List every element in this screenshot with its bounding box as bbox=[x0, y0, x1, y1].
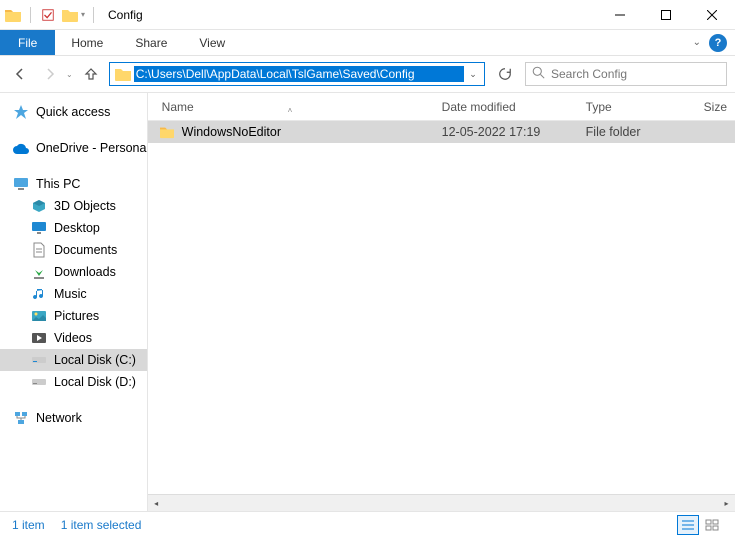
sidebar-item-label: Desktop bbox=[54, 221, 100, 235]
file-type: File folder bbox=[578, 125, 696, 139]
maximize-button[interactable] bbox=[643, 0, 689, 30]
column-headers: Name ˄ Date modified Type Size bbox=[148, 93, 735, 121]
sidebar-item-desktop[interactable]: Desktop bbox=[0, 217, 147, 239]
file-name: WindowsNoEditor bbox=[182, 125, 281, 139]
sidebar-item-label: Music bbox=[54, 287, 87, 301]
tab-view[interactable]: View bbox=[183, 30, 241, 55]
ribbon: File Home Share View ⌄ ? bbox=[0, 30, 735, 56]
address-dropdown-icon[interactable]: ⌄ bbox=[464, 69, 482, 80]
folder-icon bbox=[158, 124, 176, 140]
sidebar-item-label: Pictures bbox=[54, 309, 99, 323]
file-tab[interactable]: File bbox=[0, 30, 55, 55]
ribbon-collapse-icon[interactable]: ⌄ bbox=[693, 37, 701, 48]
column-label: Name bbox=[162, 100, 194, 114]
sidebar-item-label: Network bbox=[36, 411, 82, 425]
qat-separator-2 bbox=[93, 7, 94, 23]
status-count: 1 item bbox=[12, 518, 45, 532]
column-header-type[interactable]: Type bbox=[578, 100, 696, 114]
refresh-button[interactable] bbox=[491, 62, 519, 86]
onedrive-icon bbox=[12, 140, 30, 156]
sidebar-item-label: Documents bbox=[54, 243, 117, 257]
horizontal-scrollbar[interactable]: ◂ ▸ bbox=[148, 494, 735, 511]
window-folder-icon bbox=[4, 7, 22, 23]
pc-icon bbox=[12, 176, 30, 192]
sidebar-onedrive[interactable]: OneDrive - Persona bbox=[0, 137, 147, 159]
qat-separator bbox=[30, 7, 31, 23]
scroll-left-icon[interactable]: ◂ bbox=[148, 495, 165, 512]
videos-icon bbox=[30, 330, 48, 346]
sidebar-item-3dobjects[interactable]: 3D Objects bbox=[0, 195, 147, 217]
table-row[interactable]: WindowsNoEditor 12-05-2022 17:19 File fo… bbox=[148, 121, 735, 143]
drive-icon bbox=[30, 352, 48, 368]
sidebar-item-label: Local Disk (D:) bbox=[54, 375, 136, 389]
content-area: Name ˄ Date modified Type Size WindowsNo… bbox=[148, 93, 735, 511]
qat-dropdown-icon[interactable]: ▾ bbox=[81, 10, 85, 19]
sidebar-item-pictures[interactable]: Pictures bbox=[0, 305, 147, 327]
sidebar-item-documents[interactable]: Documents bbox=[0, 239, 147, 261]
column-header-date[interactable]: Date modified bbox=[434, 100, 578, 114]
window-title: Config bbox=[108, 8, 143, 22]
up-button[interactable] bbox=[79, 62, 103, 86]
music-icon bbox=[30, 286, 48, 302]
search-placeholder: Search Config bbox=[551, 67, 627, 81]
view-thumbnails-button[interactable] bbox=[701, 515, 723, 535]
sidebar-item-local-c[interactable]: Local Disk (C:) bbox=[0, 349, 147, 371]
sidebar-item-music[interactable]: Music bbox=[0, 283, 147, 305]
sidebar-item-label: Local Disk (C:) bbox=[54, 353, 136, 367]
desktop-icon bbox=[30, 220, 48, 236]
sidebar-item-label: 3D Objects bbox=[54, 199, 116, 213]
address-path[interactable]: C:\Users\Dell\AppData\Local\TslGame\Save… bbox=[134, 66, 464, 82]
address-bar[interactable]: C:\Users\Dell\AppData\Local\TslGame\Save… bbox=[109, 62, 485, 86]
file-list[interactable]: WindowsNoEditor 12-05-2022 17:19 File fo… bbox=[148, 121, 735, 494]
sidebar-item-label: Quick access bbox=[36, 105, 110, 119]
search-input[interactable]: Search Config bbox=[525, 62, 727, 86]
sidebar: Quick access OneDrive - Persona This PC … bbox=[0, 93, 148, 511]
3dobjects-icon bbox=[30, 198, 48, 214]
status-bar: 1 item 1 item selected bbox=[0, 511, 735, 537]
navbar: ⌄ C:\Users\Dell\AppData\Local\TslGame\Sa… bbox=[0, 56, 735, 92]
tab-home[interactable]: Home bbox=[55, 30, 119, 55]
sort-indicator-icon: ˄ bbox=[288, 106, 293, 115]
sidebar-item-label: This PC bbox=[36, 177, 80, 191]
file-date: 12-05-2022 17:19 bbox=[434, 125, 578, 139]
qat-newfolder-icon[interactable] bbox=[61, 7, 79, 23]
column-header-name[interactable]: Name ˄ bbox=[148, 100, 434, 114]
documents-icon bbox=[30, 242, 48, 258]
sidebar-item-label: Downloads bbox=[54, 265, 116, 279]
column-header-size[interactable]: Size bbox=[696, 100, 735, 114]
sidebar-item-downloads[interactable]: Downloads bbox=[0, 261, 147, 283]
qat-properties-icon[interactable] bbox=[39, 6, 57, 24]
minimize-button[interactable] bbox=[597, 0, 643, 30]
recent-dropdown-icon[interactable]: ⌄ bbox=[66, 70, 73, 79]
network-icon bbox=[12, 410, 30, 426]
pictures-icon bbox=[30, 308, 48, 324]
help-button[interactable]: ? bbox=[709, 34, 727, 52]
forward-button[interactable] bbox=[38, 62, 62, 86]
sidebar-quick-access[interactable]: Quick access bbox=[0, 101, 147, 123]
sidebar-item-label: OneDrive - Persona bbox=[36, 141, 146, 155]
drive-icon bbox=[30, 374, 48, 390]
search-icon bbox=[532, 66, 545, 82]
view-details-button[interactable] bbox=[677, 515, 699, 535]
sidebar-item-label: Videos bbox=[54, 331, 92, 345]
quick-access-icon bbox=[12, 104, 30, 120]
sidebar-network[interactable]: Network bbox=[0, 407, 147, 429]
sidebar-item-videos[interactable]: Videos bbox=[0, 327, 147, 349]
sidebar-this-pc[interactable]: This PC bbox=[0, 173, 147, 195]
main: Quick access OneDrive - Persona This PC … bbox=[0, 92, 735, 511]
status-selected: 1 item selected bbox=[61, 518, 142, 532]
tab-share[interactable]: Share bbox=[119, 30, 183, 55]
close-button[interactable] bbox=[689, 0, 735, 30]
scroll-right-icon[interactable]: ▸ bbox=[718, 495, 735, 512]
sidebar-item-local-d[interactable]: Local Disk (D:) bbox=[0, 371, 147, 393]
downloads-icon bbox=[30, 264, 48, 280]
back-button[interactable] bbox=[8, 62, 32, 86]
titlebar: ▾ Config bbox=[0, 0, 735, 30]
address-folder-icon bbox=[114, 66, 132, 82]
